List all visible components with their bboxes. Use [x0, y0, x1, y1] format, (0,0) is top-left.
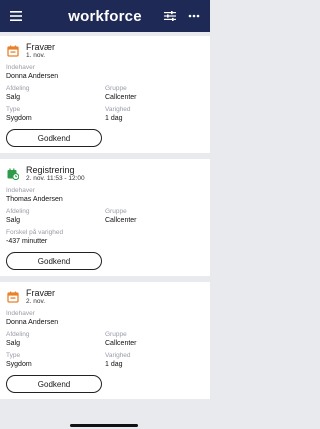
duration-label: Varighed — [105, 106, 131, 113]
group-label: Gruppe — [105, 208, 127, 215]
owner-value: Donna Andersen — [6, 73, 59, 80]
type-label: Type — [6, 352, 21, 359]
owner-value: Thomas Andersen — [6, 196, 63, 203]
card-title: Fravær — [26, 288, 55, 298]
hamburger-menu-icon[interactable] — [8, 8, 24, 24]
card-date: 2. nov. — [26, 298, 46, 305]
type-label: Type — [6, 106, 21, 113]
department-value: Salg — [6, 94, 21, 101]
absence-card[interactable]: Fravær 2. nov. Indehaver Donna Andersen … — [0, 282, 210, 399]
duration-label: Varighed — [105, 352, 131, 359]
department-value: Salg — [6, 217, 21, 224]
owner-label: Indehaver — [6, 64, 35, 71]
owner-label: Indehaver — [6, 187, 35, 194]
group-value: Callcenter — [105, 340, 137, 347]
department-value: Salg — [6, 340, 21, 347]
card-date: 2. nov. 11:53 - 12:00 — [26, 175, 85, 182]
approve-button[interactable]: Godkend — [6, 129, 102, 147]
card-title: Registrering — [26, 165, 75, 175]
top-app-bar: workforce — [0, 0, 210, 32]
duration-value: 1 dag — [105, 361, 123, 368]
absence-card[interactable]: Fravær 1. nov. Indehaver Donna Andersen … — [0, 36, 210, 153]
duration-difference-value: -437 minutter — [6, 238, 48, 245]
group-label: Gruppe — [105, 331, 127, 338]
card-title: Fravær — [26, 42, 55, 52]
group-label: Gruppe — [105, 85, 127, 92]
group-value: Callcenter — [105, 94, 137, 101]
type-value: Sygdom — [6, 361, 32, 368]
filter-sliders-icon[interactable] — [162, 8, 178, 24]
clock-calendar-icon — [6, 167, 20, 181]
duration-value: 1 dag — [105, 115, 123, 122]
department-label: Afdeling — [6, 331, 30, 338]
department-label: Afdeling — [6, 85, 30, 92]
approve-button[interactable]: Godkend — [6, 252, 102, 270]
calendar-icon — [6, 44, 20, 58]
home-indicator — [70, 424, 138, 427]
app-screen: workforce Fravær 1. nov. Indehaver Donna… — [0, 0, 210, 429]
owner-label: Indehaver — [6, 310, 35, 317]
owner-value: Donna Andersen — [6, 319, 59, 326]
approve-button[interactable]: Godkend — [6, 375, 102, 393]
more-dots-icon[interactable] — [186, 8, 202, 24]
card-date: 1. nov. — [26, 52, 46, 59]
registration-card[interactable]: Registrering 2. nov. 11:53 - 12:00 Indeh… — [0, 159, 210, 276]
calendar-icon — [6, 290, 20, 304]
group-value: Callcenter — [105, 217, 137, 224]
duration-difference-label: Forskel på varighed — [6, 229, 64, 236]
type-value: Sygdom — [6, 115, 32, 122]
department-label: Afdeling — [6, 208, 30, 215]
